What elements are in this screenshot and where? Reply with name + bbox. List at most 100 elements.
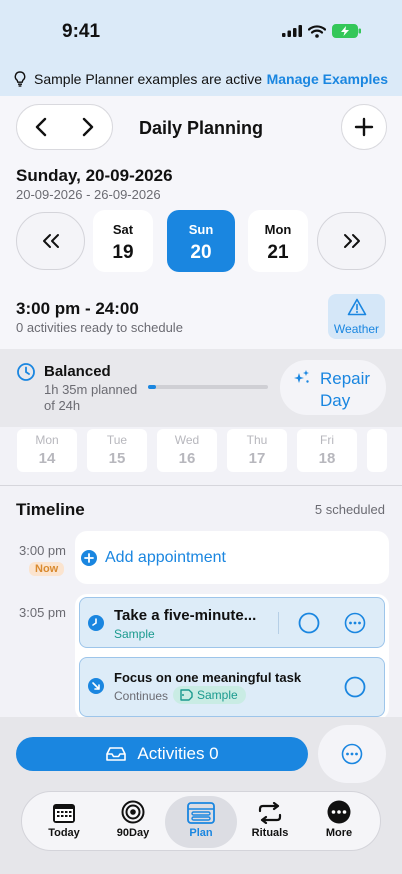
timeline-time-label: 3:00 pm <box>19 543 66 558</box>
task-card[interactable]: Take a five-minute... Sample <box>79 597 385 648</box>
tab-today[interactable]: Today <box>28 796 100 848</box>
timeline-title: Timeline <box>16 500 85 519</box>
mini-day-card[interactable]: Thu 17 <box>227 429 287 472</box>
mini-day-card[interactable]: Fri 18 <box>297 429 357 472</box>
task-divider <box>278 612 279 634</box>
balance-status: Balanced <box>44 363 111 380</box>
mini-day-name: Fri <box>320 433 334 447</box>
free-slot-summary: 0 activities ready to schedule <box>16 320 183 335</box>
task-group: Take a five-minute... Sample Focus on on… <box>75 594 389 720</box>
previous-week-button[interactable] <box>16 212 85 270</box>
day-card-sun-selected[interactable]: Sun 20 <box>167 210 235 272</box>
mini-day-number: 15 <box>108 450 126 467</box>
sample-tag-label: Sample <box>197 688 238 702</box>
timeline-time-label: 3:05 pm <box>19 605 66 620</box>
cellular-icon <box>282 25 302 37</box>
weather-label: Weather <box>333 322 380 336</box>
mini-day-name: Mon <box>35 433 59 447</box>
day-name: Sat <box>112 222 134 237</box>
tab-90day[interactable]: 90Day <box>97 796 169 848</box>
lightbulb-icon <box>14 71 26 87</box>
tab-more[interactable]: More <box>303 796 375 848</box>
examples-banner: Sample Planner examples are active Manag… <box>0 62 402 96</box>
timeline-section: Timeline 5 scheduled 3:00 pm Now Add app… <box>0 485 402 720</box>
complete-circle-icon[interactable] <box>298 612 320 634</box>
planning-header: Daily Planning Sunday, 20-09-2026 20-09-… <box>0 96 402 349</box>
now-badge: Now <box>29 562 65 576</box>
balance-summary: Balanced 1h 35m planned of 24h Repair Da… <box>0 349 402 427</box>
tab-plan[interactable]: Plan <box>165 796 237 848</box>
activities-button[interactable]: Activities 0 <box>16 737 308 771</box>
tray-icon <box>106 747 127 761</box>
tab-label: 90Day <box>116 827 150 839</box>
plus-icon <box>354 117 374 137</box>
day-name: Mon <box>264 222 292 237</box>
tag-icon <box>180 689 193 701</box>
bottom-area: Activities 0 Today 90Day Plan Rituals Mo… <box>0 717 402 874</box>
mini-day-card[interactable]: Mon 14 <box>17 429 77 472</box>
more-icon <box>327 800 351 824</box>
plus-circle-icon <box>81 550 97 566</box>
day-card-mon[interactable]: Mon 21 <box>248 210 308 272</box>
task-title: Focus on one meaningful task <box>114 670 302 685</box>
status-time: 9:41 <box>62 21 101 42</box>
task-clock-icon <box>88 615 104 631</box>
balance-progress-bar <box>148 385 268 389</box>
day-card-sat[interactable]: Sat 19 <box>93 210 153 272</box>
sample-tag-pill: Sample <box>173 686 246 704</box>
mini-day-number: 17 <box>248 450 266 467</box>
more-options-button[interactable] <box>318 725 386 783</box>
add-appointment-label: Add appointment <box>105 549 226 566</box>
mini-day-name: Wed <box>174 433 200 447</box>
tab-label: Plan <box>189 827 213 839</box>
day-name: Sun <box>188 222 214 237</box>
free-slot-time: 3:00 pm - 24:00 <box>16 299 139 318</box>
double-chevron-left-icon <box>42 234 59 248</box>
mini-day-number: 18 <box>318 450 336 467</box>
ellipsis-circle-icon <box>341 743 363 765</box>
balance-progress-fill <box>148 385 156 389</box>
previous-week-strip: Mon 14 Tue 15 Wed 16 Thu 17 Fri 18 <box>0 427 402 485</box>
task-continues-label: Continues <box>114 689 169 703</box>
examples-banner-text: Sample Planner examples are active <box>34 71 263 87</box>
mini-day-name: Thu <box>246 433 268 447</box>
complete-circle-icon[interactable] <box>344 676 366 698</box>
plan-icon <box>187 802 215 824</box>
day-number: 20 <box>190 242 212 263</box>
mini-day-card-partial[interactable] <box>367 429 387 472</box>
target-icon <box>121 800 145 824</box>
selected-date: Sunday, 20-09-2026 <box>16 166 173 185</box>
repair-day-label: Repair Day <box>320 369 371 410</box>
add-appointment-button[interactable]: Add appointment <box>75 531 389 584</box>
sparkles-icon <box>294 370 309 383</box>
task-card[interactable]: Focus on one meaningful task Continues S… <box>79 657 385 717</box>
tab-label: Rituals <box>251 827 289 839</box>
tab-rituals[interactable]: Rituals <box>234 796 306 848</box>
task-sample-tag: Sample <box>114 627 155 641</box>
day-number: 21 <box>267 242 289 263</box>
tab-bar: Today 90Day Plan Rituals More <box>21 791 381 851</box>
add-button[interactable] <box>341 104 387 150</box>
repair-day-button[interactable]: Repair Day <box>280 360 386 415</box>
tab-label: More <box>325 827 353 839</box>
day-number: 19 <box>112 242 134 263</box>
next-week-button[interactable] <box>317 212 386 270</box>
warning-triangle-icon <box>347 298 366 316</box>
mini-day-name: Tue <box>106 433 128 447</box>
task-title: Take a five-minute... <box>114 607 257 624</box>
activities-label: Activities 0 <box>137 744 219 763</box>
calendar-icon <box>53 804 75 823</box>
mini-day-card[interactable]: Wed 16 <box>157 429 217 472</box>
planned-duration: 1h 35m planned <box>44 382 138 397</box>
scheduled-count: 5 scheduled <box>314 502 385 517</box>
mini-day-number: 16 <box>178 450 196 467</box>
status-bar: 9:41 <box>0 0 402 62</box>
mini-day-number: 14 <box>38 450 56 467</box>
clock-icon <box>17 363 35 381</box>
wifi-icon <box>308 24 326 38</box>
more-circle-icon[interactable] <box>344 612 366 634</box>
weather-button[interactable]: Weather <box>328 294 385 339</box>
double-chevron-right-icon <box>343 234 360 248</box>
manage-examples-link[interactable]: Manage Examples <box>267 71 388 87</box>
mini-day-card[interactable]: Tue 15 <box>87 429 147 472</box>
